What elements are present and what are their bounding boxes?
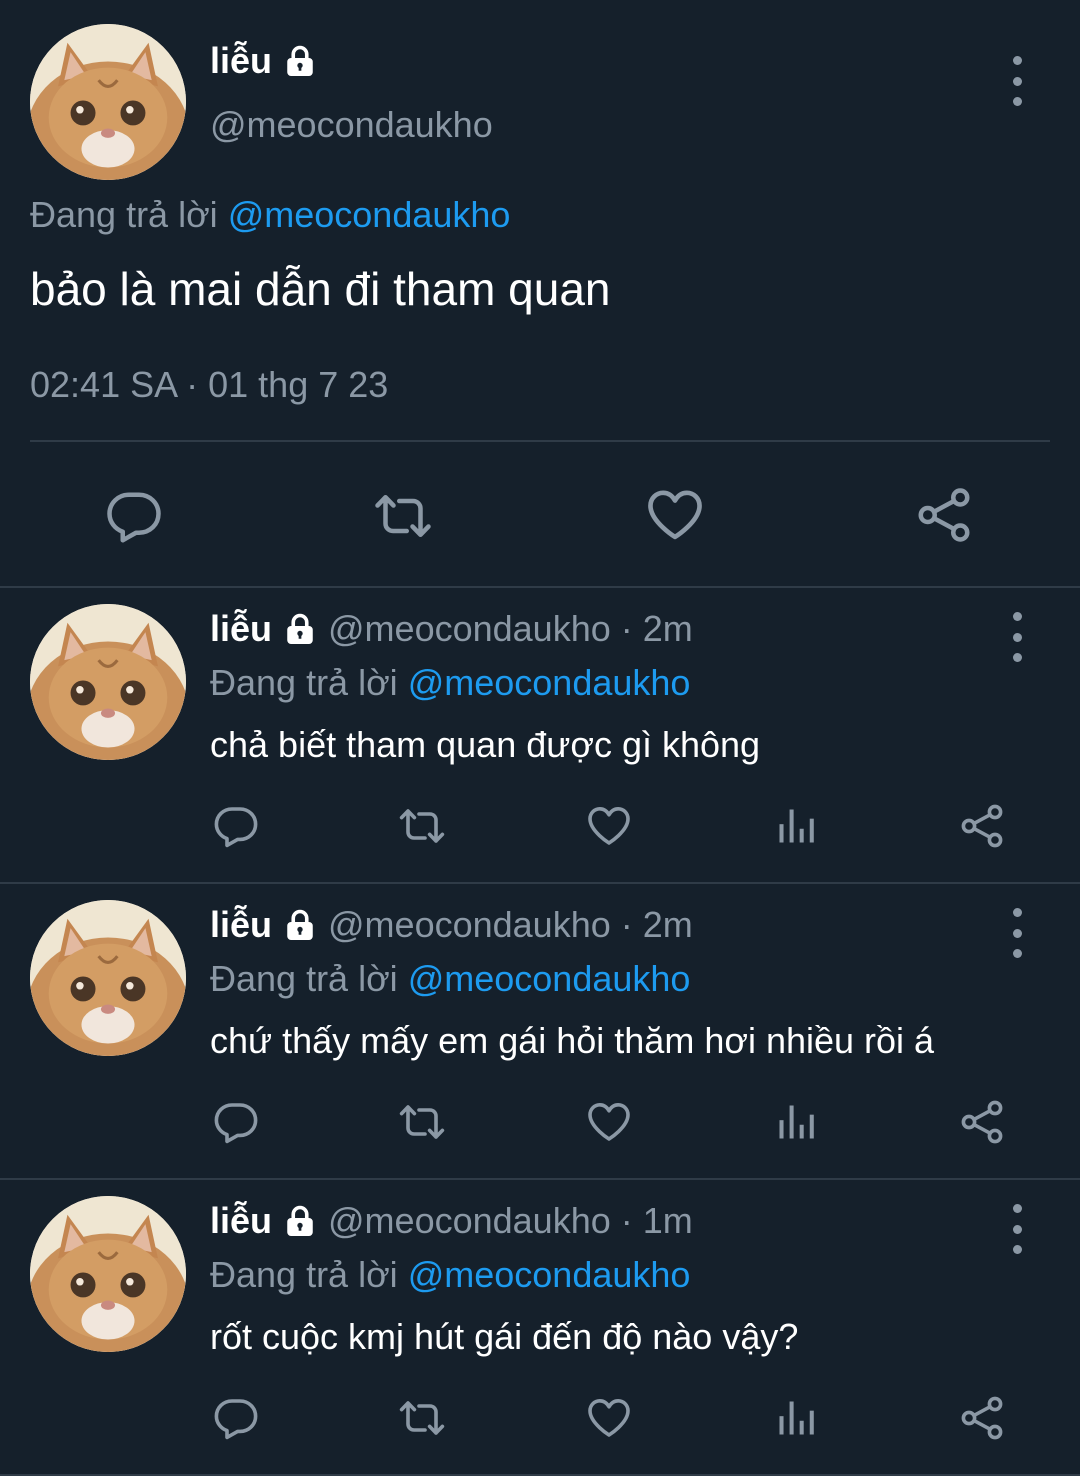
analytics-button[interactable] [774, 1100, 818, 1144]
reply-icon [212, 802, 260, 850]
retweet-button[interactable] [396, 1098, 448, 1146]
replying-to: Đang trả lời @meocondaukho [210, 662, 690, 704]
cat-avatar-image [30, 24, 186, 180]
retweet-button[interactable] [396, 802, 448, 850]
replying-prefix: Đang trả lời [210, 958, 398, 999]
reply-button[interactable] [212, 1098, 260, 1146]
share-icon [914, 484, 974, 546]
reply-button[interactable] [212, 802, 260, 850]
avatar[interactable] [30, 900, 186, 1056]
tweet-actions [0, 1098, 1080, 1148]
divider [30, 440, 1050, 442]
like-button[interactable] [584, 1394, 634, 1442]
share-icon [958, 1098, 1006, 1146]
share-button[interactable] [958, 1394, 1006, 1442]
tweet-text: chả biết tham quan được gì không [210, 724, 761, 765]
lock-icon [282, 43, 318, 79]
retweet-icon [372, 486, 434, 546]
like-icon [584, 802, 634, 850]
cat-avatar-image [30, 900, 186, 1056]
retweet-button[interactable] [396, 1394, 448, 1442]
author-name[interactable]: liễu [210, 608, 272, 650]
retweet-button[interactable] [372, 486, 434, 546]
main-tweet: liễu @meocondaukho Đang trả lời @meocond… [0, 0, 1080, 588]
analytics-icon [774, 1396, 818, 1440]
analytics-icon [774, 1100, 818, 1144]
mention-link[interactable]: @meocondaukho [408, 958, 691, 999]
reply-button[interactable] [212, 1394, 260, 1442]
more-options-icon[interactable] [1002, 1204, 1032, 1254]
cat-avatar-image [30, 1196, 186, 1352]
like-icon [584, 1098, 634, 1146]
like-button[interactable] [644, 484, 706, 546]
author-handle[interactable]: @meocondaukho [328, 904, 611, 946]
lock-icon [282, 907, 318, 943]
replying-to: Đang trả lời @meocondaukho [30, 194, 510, 236]
tweet-time[interactable]: · 2m [621, 904, 693, 946]
like-button[interactable] [584, 1098, 634, 1146]
analytics-icon [774, 804, 818, 848]
replying-prefix: Đang trả lời [30, 194, 218, 235]
reply-icon [104, 486, 164, 546]
author-name[interactable]: liễu [210, 40, 272, 82]
tweet-header: liễu @meocondaukho · 2m [210, 904, 693, 946]
mention-link[interactable]: @meocondaukho [228, 194, 511, 235]
replying-to: Đang trả lời @meocondaukho [210, 958, 690, 1000]
tweet-text: bảo là mai dẫn đi tham quan [30, 263, 611, 315]
retweet-icon [396, 1394, 448, 1442]
share-button[interactable] [958, 802, 1006, 850]
avatar[interactable] [30, 24, 186, 180]
author-name-row[interactable]: liễu [210, 40, 318, 82]
avatar[interactable] [30, 604, 186, 760]
reply-tweet[interactable]: liễu @meocondaukho · 2m Đang trả lời @me… [0, 588, 1080, 884]
more-options-icon[interactable] [1002, 56, 1032, 106]
retweet-icon [396, 1098, 448, 1146]
reply-icon [212, 1394, 260, 1442]
analytics-button[interactable] [774, 1396, 818, 1440]
author-handle[interactable]: @meocondaukho [328, 1200, 611, 1242]
tweet-text: chứ thấy mấy em gái hỏi thăm hơi nhiều r… [210, 1020, 935, 1061]
mention-link[interactable]: @meocondaukho [408, 1254, 691, 1295]
avatar[interactable] [30, 1196, 186, 1352]
reply-icon [212, 1098, 260, 1146]
tweet-header: liễu @meocondaukho · 2m [210, 608, 693, 650]
tweet-time[interactable]: · 2m [621, 608, 693, 650]
tweet-text: rốt cuộc kmj hút gái đến độ nào vậy? [210, 1316, 799, 1357]
replying-prefix: Đang trả lời [210, 1254, 398, 1295]
tweet-actions [0, 1394, 1080, 1444]
retweet-icon [396, 802, 448, 850]
author-handle[interactable]: @meocondaukho [328, 608, 611, 650]
share-button[interactable] [958, 1098, 1006, 1146]
share-icon [958, 1394, 1006, 1442]
author-name[interactable]: liễu [210, 904, 272, 946]
replying-to: Đang trả lời @meocondaukho [210, 1254, 690, 1296]
like-icon [584, 1394, 634, 1442]
tweet-header: liễu @meocondaukho · 1m [210, 1200, 693, 1242]
replying-prefix: Đang trả lời [210, 662, 398, 703]
tweet-time[interactable]: · 1m [621, 1200, 693, 1242]
like-icon [644, 484, 706, 546]
share-icon [958, 802, 1006, 850]
cat-avatar-image [30, 604, 186, 760]
author-name[interactable]: liễu [210, 1200, 272, 1242]
author-handle[interactable]: @meocondaukho [210, 104, 493, 146]
mention-link[interactable]: @meocondaukho [408, 662, 691, 703]
lock-icon [282, 611, 318, 647]
more-options-icon[interactable] [1002, 612, 1032, 662]
tweet-actions [0, 802, 1080, 852]
share-button[interactable] [914, 484, 974, 546]
reply-tweet[interactable]: liễu @meocondaukho · 1m Đang trả lời @me… [0, 1180, 1080, 1476]
more-options-icon[interactable] [1002, 908, 1032, 958]
analytics-button[interactable] [774, 804, 818, 848]
like-button[interactable] [584, 802, 634, 850]
lock-icon [282, 1203, 318, 1239]
reply-tweet[interactable]: liễu @meocondaukho · 2m Đang trả lời @me… [0, 884, 1080, 1180]
tweet-timestamp[interactable]: 02:41 SA · 01 thg 7 23 [30, 364, 388, 406]
reply-button[interactable] [104, 486, 164, 546]
